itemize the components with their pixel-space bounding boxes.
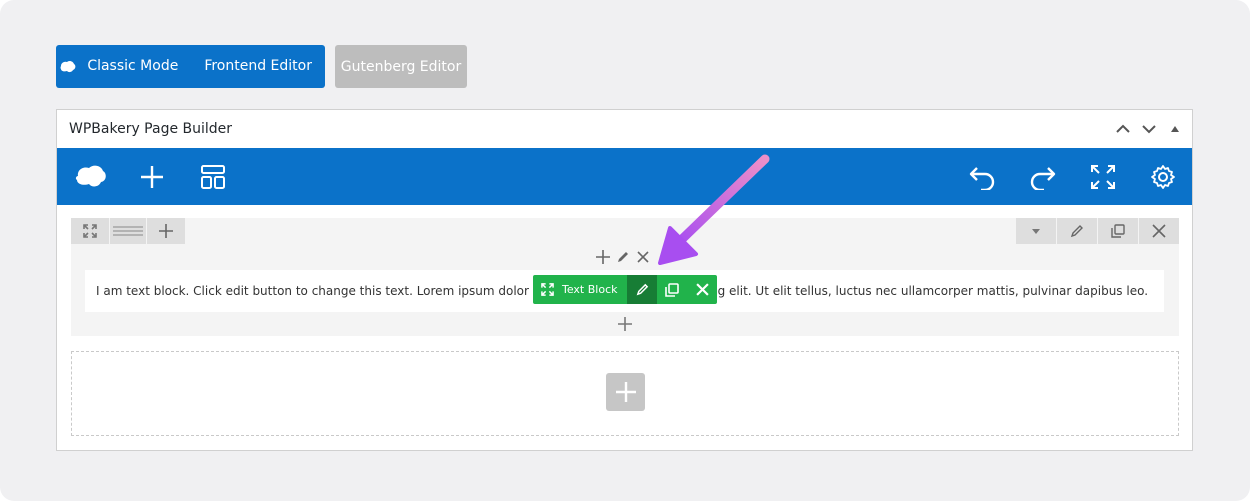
move-icon (541, 283, 554, 296)
page-background: Classic Mode Frontend Editor Gutenberg E… (0, 0, 1250, 501)
redo-icon[interactable] (1028, 162, 1058, 192)
column-edit-pencil-icon[interactable] (615, 249, 631, 265)
text-block-label: Text Block (562, 283, 618, 296)
row-controls-left (71, 218, 186, 244)
row-clone-icon[interactable] (1098, 218, 1138, 244)
settings-icon[interactable] (1148, 162, 1178, 192)
close-icon (695, 283, 709, 296)
undo-icon[interactable] (967, 162, 997, 192)
plus-icon (615, 382, 636, 402)
add-element-icon[interactable] (137, 162, 167, 192)
wpbakery-logo-icon[interactable] (56, 45, 77, 88)
column-controls (595, 248, 651, 266)
builder-toolbar (57, 148, 1192, 205)
row-toggle-icon[interactable] (1016, 218, 1056, 244)
classic-mode-button[interactable]: Classic Mode (77, 45, 191, 88)
frontend-editor-button[interactable]: Frontend Editor (191, 45, 325, 88)
add-element-below-icon[interactable] (617, 316, 633, 332)
text-block-drag-handle[interactable]: Text Block (533, 275, 627, 304)
gutenberg-editor-button[interactable]: Gutenberg Editor (335, 45, 467, 88)
text-block-controls: Text Block (533, 275, 717, 304)
row-layout-icon[interactable] (110, 218, 146, 244)
panel-header: WPBakery Page Builder (57, 110, 1192, 148)
editor-mode-switch: Classic Mode Frontend Editor (56, 45, 325, 88)
row-edit-pencil-icon[interactable] (1057, 218, 1097, 244)
text-block-delete-button[interactable] (687, 275, 717, 304)
row-delete-icon[interactable] (1139, 218, 1179, 244)
fullscreen-icon[interactable] (1088, 162, 1118, 192)
row-container: I am text block. Click edit button to ch… (71, 218, 1179, 336)
clone-icon (665, 282, 679, 297)
pencil-icon (636, 283, 648, 296)
chevron-down-icon[interactable] (1140, 120, 1158, 138)
templates-icon[interactable] (198, 162, 228, 192)
add-row-button[interactable] (606, 373, 645, 411)
row-controls-right (1015, 218, 1179, 244)
panel-controls (1114, 110, 1184, 148)
chevron-up-icon[interactable] (1114, 120, 1132, 138)
row-add-column-icon[interactable] (147, 218, 185, 244)
column-add-icon[interactable] (595, 249, 611, 265)
collapse-triangle-icon[interactable] (1166, 120, 1184, 138)
text-block-clone-button[interactable] (657, 275, 687, 304)
empty-row-drop-area (71, 351, 1179, 436)
panel-title: WPBakery Page Builder (69, 121, 233, 137)
wpbakery-panel: WPBakery Page Builder I am text block. C… (56, 109, 1193, 451)
wpbakery-logo-icon[interactable] (73, 162, 109, 192)
column-delete-icon[interactable] (635, 249, 651, 265)
row-move-icon[interactable] (71, 218, 109, 244)
text-block-edit-button[interactable] (627, 275, 657, 304)
